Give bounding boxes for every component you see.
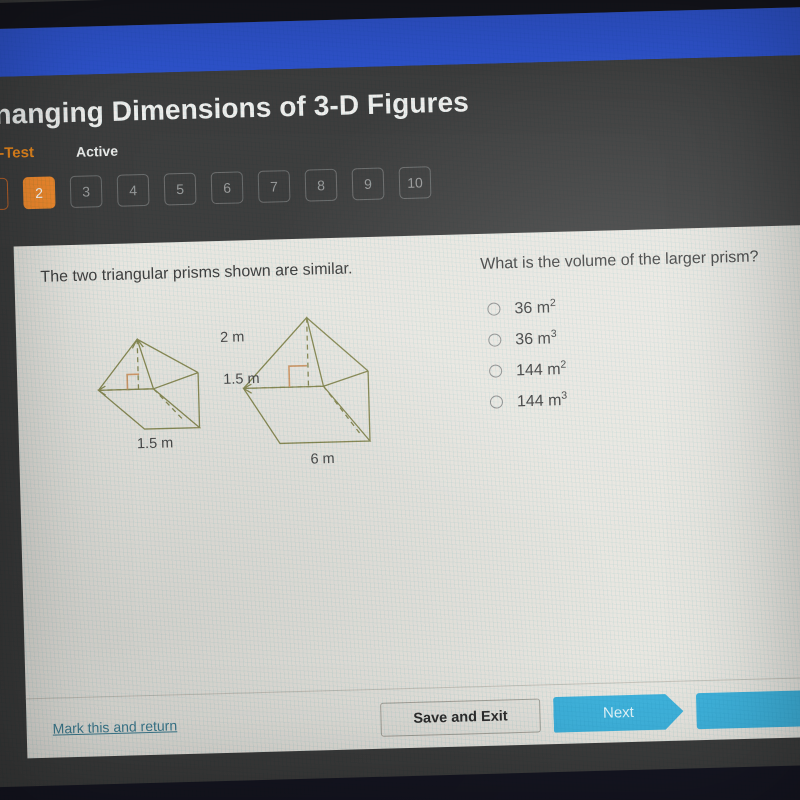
option-2-exponent: 3	[550, 328, 557, 341]
large-prism	[242, 316, 372, 444]
submit-button[interactable]	[695, 689, 800, 729]
radio-icon[interactable]	[488, 333, 502, 347]
option-4-label: 144 m3	[516, 389, 568, 411]
small-prism	[96, 337, 202, 430]
question-tab-3[interactable]: 3	[69, 175, 103, 209]
prism-figures: 2 m 1.5 m 1.5 m 6 m	[41, 295, 476, 492]
save-and-exit-button[interactable]: Save and Exit	[380, 697, 541, 737]
option-3-label: 144 m2	[515, 358, 567, 380]
small-prism-depth-label: 1.5 m	[223, 370, 260, 388]
large-prism-right-angle	[288, 364, 307, 387]
question-tab-1[interactable]: 1	[0, 177, 9, 211]
footer-buttons: Save and Exit Next	[380, 689, 800, 737]
radio-icon[interactable]	[488, 364, 503, 378]
lesson-header: Changing Dimensions of 3-D Figures Pre-T…	[0, 54, 800, 248]
triangular-prisms-diagram	[96, 316, 372, 444]
option-3-exponent: 2	[560, 358, 567, 372]
small-prism-base-label: 1.5 m	[136, 435, 174, 453]
question-prompt: The two triangular prisms shown are simi…	[40, 260, 353, 286]
answer-options[interactable]: 36 m2 36 m3 144 m2 144 m3	[481, 286, 792, 418]
question-card: The two triangular prisms shown are simi…	[13, 224, 800, 759]
option-4-exponent: 3	[561, 389, 568, 403]
question-tab-7[interactable]: 7	[257, 170, 291, 203]
question-tab-6[interactable]: 6	[210, 171, 244, 205]
radio-icon[interactable]	[489, 395, 504, 409]
question-body: The two triangular prisms shown are simi…	[14, 225, 800, 698]
test-status-row: Pre-Test Active	[0, 122, 800, 162]
photographed-screen: Changing Dimensions of 3-D Figures Pre-T…	[0, 0, 800, 800]
radio-icon[interactable]	[487, 302, 501, 316]
option-1-exponent: 2	[549, 297, 556, 310]
question-navigation[interactable]: 1 2 3 4 5 6 7 8 9 10	[0, 155, 800, 211]
question-tab-8[interactable]: 8	[304, 168, 338, 202]
next-button[interactable]: Next	[553, 693, 684, 733]
option-1-label: 36 m2	[514, 297, 556, 318]
figure-column: The two triangular prisms shown are simi…	[40, 256, 481, 697]
question-tab-5[interactable]: 5	[163, 172, 197, 206]
page-title: Changing Dimensions of 3-D Figures	[0, 86, 470, 131]
question-tab-10[interactable]: 10	[398, 166, 432, 200]
question-text: What is the volume of the larger prism?	[480, 248, 759, 273]
screen-surface: Changing Dimensions of 3-D Figures Pre-T…	[0, 0, 800, 800]
answer-column: What is the volume of the larger prism? …	[470, 248, 800, 686]
bottom-bezel	[0, 763, 800, 800]
small-prism-height-label: 2 m	[219, 329, 245, 346]
test-name-label: Pre-Test	[0, 143, 35, 163]
question-tab-2[interactable]: 2	[22, 176, 56, 210]
mark-and-return-link[interactable]: Mark this and return	[52, 717, 177, 736]
question-tab-4[interactable]: 4	[116, 173, 150, 207]
question-tab-9[interactable]: 9	[351, 167, 385, 201]
large-prism-base-label: 6 m	[310, 450, 335, 468]
test-state-label: Active	[75, 142, 119, 160]
option-2-label: 36 m3	[515, 328, 557, 349]
